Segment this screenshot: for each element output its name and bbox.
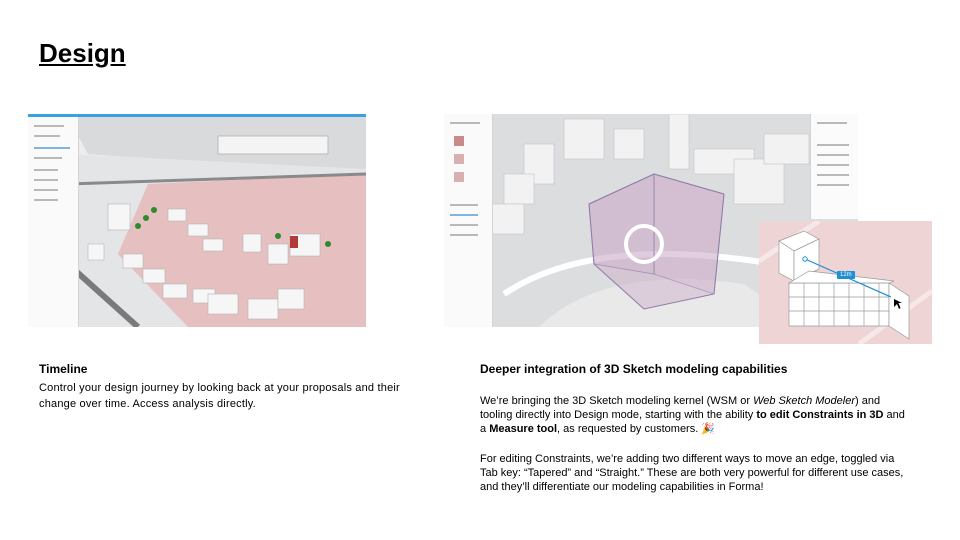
timeline-heading: Timeline — [39, 362, 88, 376]
party-popper-icon: 🎉 — [701, 423, 716, 435]
timeline-screenshot — [28, 114, 366, 327]
measure-distance-label: 12m — [837, 271, 855, 279]
sketch-p1-text: We’re bringing the 3D Sketch modeling ke… — [480, 395, 754, 407]
web-sketch-modeler-text: Web Sketch Modeler — [753, 395, 855, 407]
slide-title: Design — [39, 38, 126, 68]
sketch-p1-text: , as requested by customers. — [557, 423, 702, 435]
sketch-heading: Deeper integration of 3D Sketch modeling… — [480, 362, 788, 376]
sketch-paragraph-1: We’re bringing the 3D Sketch modeling ke… — [480, 394, 908, 436]
measure-3d-view — [759, 221, 932, 344]
timeline-description: Control your design journey by looking b… — [39, 382, 400, 410]
proposal-side-panel[interactable] — [444, 114, 493, 327]
measure-tool-inset: 12m — [759, 221, 932, 344]
timeline-side-panel[interactable] — [28, 117, 79, 327]
edit-constraints-text: to edit Constraints in 3D — [756, 409, 884, 421]
measure-tool-text: Measure tool — [489, 423, 558, 435]
sketch-paragraph-2: For editing Constraints, we’re adding tw… — [480, 453, 904, 493]
properties-panel[interactable] — [810, 114, 858, 219]
